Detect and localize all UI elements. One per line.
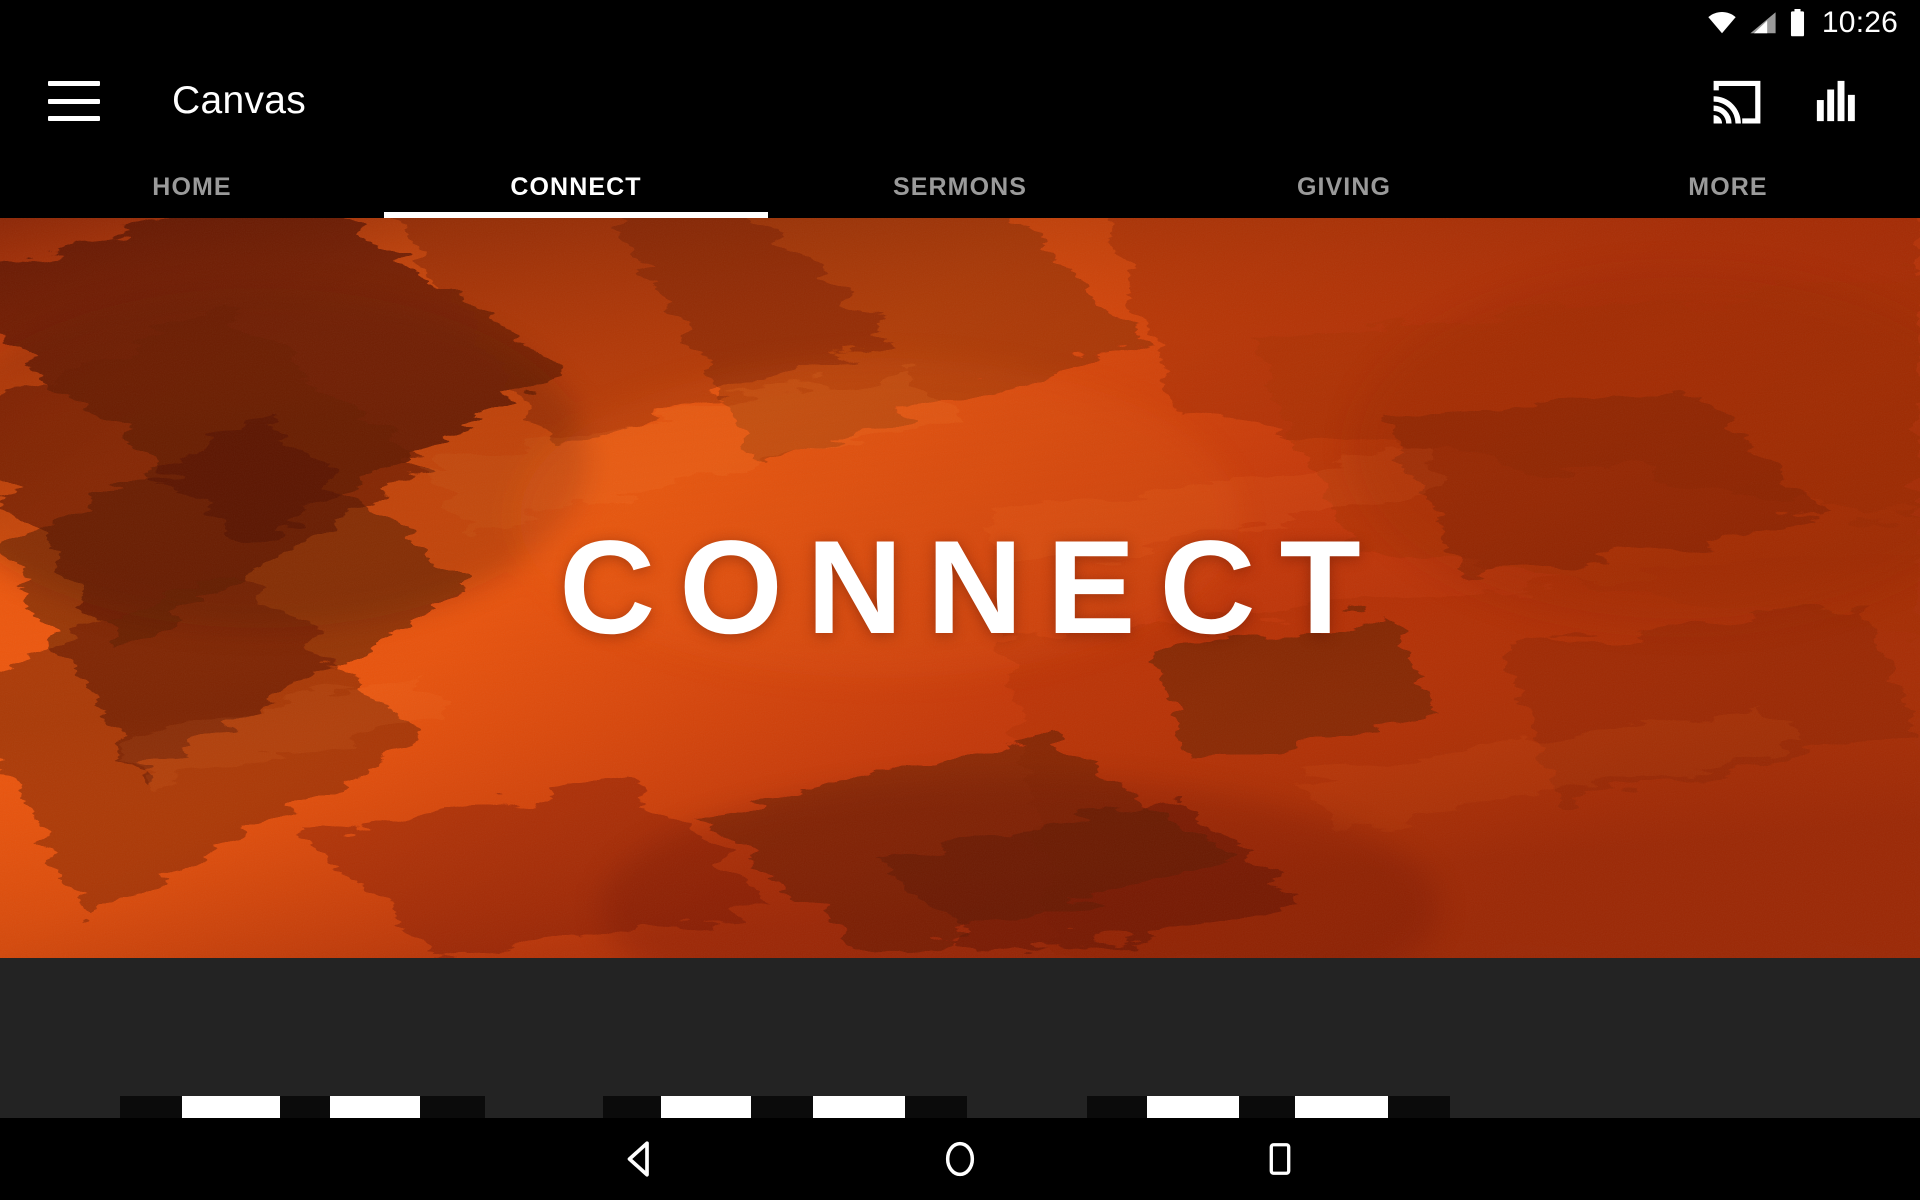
tab-giving[interactable]: GIVING [1152,156,1536,218]
tab-label: HOME [152,172,232,201]
status-bar: 10:26 [0,0,1920,46]
content-card[interactable] [1239,1096,1295,1118]
status-time: 10:26 [1821,6,1898,39]
page-title: Canvas [172,79,307,122]
content-card[interactable] [967,1096,1087,1118]
tab-label: CONNECT [510,172,642,201]
android-navigation-bar [0,1118,1920,1200]
tab-label: SERMONS [892,172,1028,201]
content-card[interactable] [661,1096,751,1118]
home-circle-icon[interactable] [865,1118,1055,1200]
content-card[interactable] [1388,1096,1450,1118]
content-card[interactable] [182,1096,280,1118]
content-card[interactable] [330,1096,420,1118]
content-card[interactable] [1087,1096,1147,1118]
tab-label: GIVING [1296,172,1392,201]
android-app-screen: 10:26 Canvas HOME CONNECT SERMONS GIVING… [0,0,1920,1200]
content-card-row [0,1090,1920,1118]
tab-sermons[interactable]: SERMONS [768,156,1152,218]
wifi-icon [1707,11,1737,35]
content-card[interactable] [603,1096,661,1118]
content-card[interactable] [120,1096,182,1118]
hero-background-image [0,218,1920,958]
content-section [0,958,1920,1118]
content-card[interactable] [1147,1096,1239,1118]
hamburger-menu-icon[interactable] [48,81,100,121]
recents-square-icon[interactable] [1185,1118,1375,1200]
back-triangle-icon[interactable] [545,1118,735,1200]
tab-more[interactable]: MORE [1536,156,1920,218]
content-card[interactable] [1295,1096,1388,1118]
content-card[interactable] [905,1096,967,1118]
tab-bar: HOME CONNECT SERMONS GIVING MORE [0,156,1920,218]
hero-banner[interactable]: CONNECT [0,218,1920,958]
app-bar-actions [1706,70,1920,132]
tab-connect[interactable]: CONNECT [384,156,768,218]
content-card[interactable] [420,1096,485,1118]
content-card[interactable] [751,1096,813,1118]
content-card[interactable] [280,1096,330,1118]
cast-icon[interactable] [1706,70,1768,132]
battery-full-icon [1789,9,1806,37]
content-card[interactable] [1450,1096,1920,1118]
equalizer-icon[interactable] [1806,70,1868,132]
tab-label: MORE [1688,172,1768,201]
cell-signal-icon [1748,11,1778,35]
tab-home[interactable]: HOME [0,156,384,218]
app-bar: Canvas [0,46,1920,156]
content-card[interactable] [485,1096,603,1118]
content-card[interactable] [813,1096,905,1118]
